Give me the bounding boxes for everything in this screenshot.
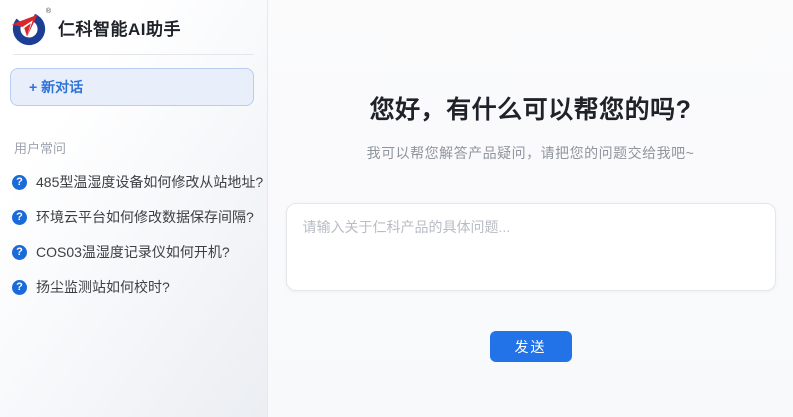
greeting-title: 您好，有什么可以帮您的吗?: [370, 90, 692, 126]
app-window: ® 仁科智能AI助手 + 新对话 用户常问 ? 485型温湿度设备如何修改从站地…: [0, 0, 793, 417]
question-mark-icon: ?: [12, 210, 27, 225]
faq-item-label: 扬尘监测站如何校时?: [36, 278, 170, 297]
sidebar: ® 仁科智能AI助手 + 新对话 用户常问 ? 485型温湿度设备如何修改从站地…: [0, 0, 268, 417]
greeting-subtitle: 我可以帮您解答产品疑问，请把您的问题交给我吧~: [367, 143, 695, 163]
new-chat-button[interactable]: + 新对话: [10, 68, 254, 106]
question-mark-icon: ?: [12, 280, 27, 295]
chat-main-area: 您好，有什么可以帮您的吗? 我可以帮您解答产品疑问，请把您的问题交给我吧~ 发送: [268, 0, 793, 417]
faq-item-cloud-interval[interactable]: ? 环境云平台如何修改数据保存间隔?: [0, 200, 267, 235]
send-button[interactable]: 发送: [490, 331, 572, 362]
sidebar-header: ® 仁科智能AI助手: [0, 0, 267, 54]
sidebar-divider: [13, 54, 254, 55]
faq-section-label: 用户常问: [14, 138, 253, 157]
renke-logo-icon: ®: [10, 9, 48, 47]
faq-item-cos03-power[interactable]: ? COS03温湿度记录仪如何开机?: [0, 235, 267, 270]
faq-item-485-address[interactable]: ? 485型温湿度设备如何修改从站地址?: [0, 165, 267, 200]
faq-list: ? 485型温湿度设备如何修改从站地址? ? 环境云平台如何修改数据保存间隔? …: [0, 165, 267, 305]
registered-trademark-mark: ®: [46, 8, 51, 15]
app-title: 仁科智能AI助手: [58, 15, 181, 40]
faq-item-dust-station-time[interactable]: ? 扬尘监测站如何校时?: [0, 270, 267, 305]
faq-item-label: 485型温湿度设备如何修改从站地址?: [36, 173, 263, 192]
faq-item-label: 环境云平台如何修改数据保存间隔?: [36, 208, 254, 227]
question-input-card: [286, 203, 776, 291]
question-mark-icon: ?: [12, 175, 27, 190]
question-mark-icon: ?: [12, 245, 27, 260]
question-input[interactable]: [287, 204, 775, 290]
faq-item-label: COS03温湿度记录仪如何开机?: [36, 243, 230, 262]
